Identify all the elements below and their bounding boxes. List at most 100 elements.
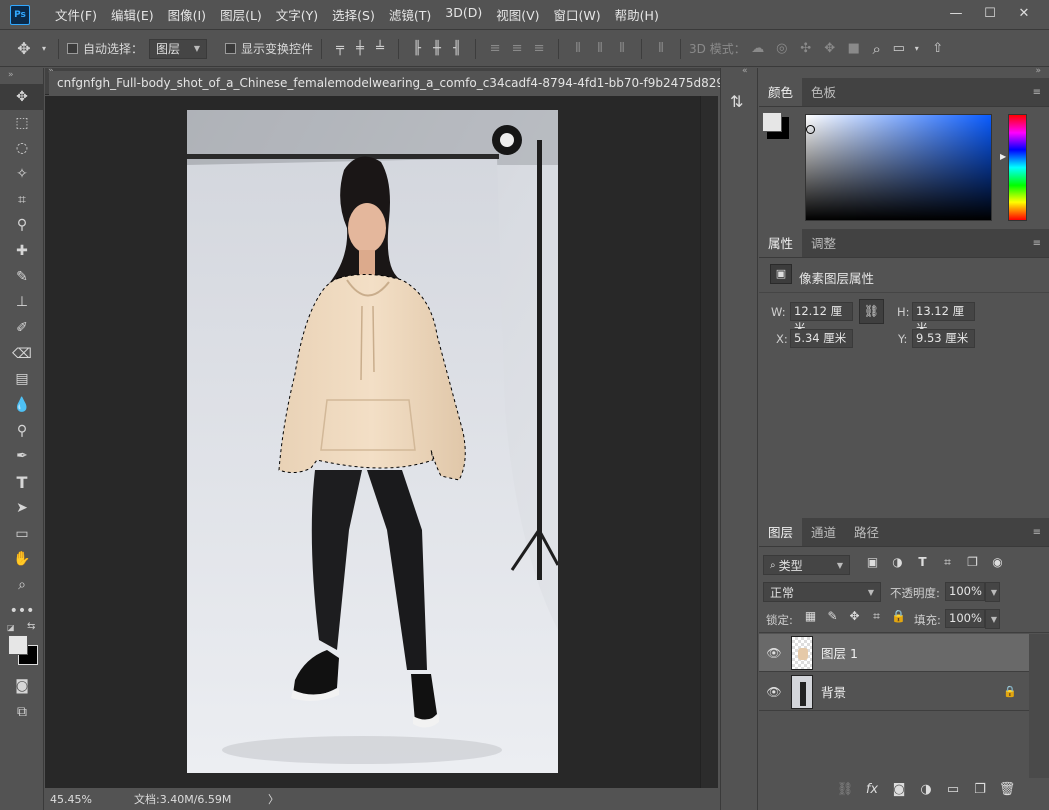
minimize-button[interactable]: — (939, 2, 973, 24)
panel-menu-icon[interactable]: ≡ (1033, 238, 1041, 249)
filter-smart-object-icon[interactable]: ❐ (963, 555, 982, 570)
align-bottom-icon[interactable]: ╧ (370, 41, 390, 56)
color-panel-fg-swatch[interactable] (762, 112, 782, 132)
search-icon[interactable]: ⌕ (866, 40, 888, 58)
tab-swatches[interactable]: 色板 (802, 78, 845, 106)
align-top-icon[interactable]: ╤ (330, 41, 350, 56)
link-icon[interactable]: ⛓ (859, 299, 884, 324)
align-hcenter-icon[interactable]: ╫ (427, 41, 447, 56)
edit-toolbar-icon[interactable]: ••• (0, 598, 44, 624)
quick-mask-icon[interactable]: ◙ (0, 673, 44, 699)
layer-name[interactable]: 图层 1 (821, 643, 858, 662)
opacity-field[interactable]: 100% (945, 582, 985, 601)
distribute-right-icon[interactable]: ⫴ (611, 41, 633, 56)
auto-select-dropdown[interactable]: 图层 ▼ (149, 38, 208, 59)
3d-video-icon[interactable]: ■ (842, 41, 866, 56)
menu-select[interactable]: 选择(S) (325, 5, 382, 24)
fill-field[interactable]: 100% (945, 609, 985, 628)
menu-view[interactable]: 视图(V) (489, 5, 546, 24)
panel-menu-icon[interactable]: ≡ (1033, 527, 1041, 538)
foreground-color-swatch[interactable] (8, 635, 28, 656)
history-panel-icon[interactable]: ⇅ (730, 92, 743, 111)
auto-select-checkbox[interactable] (67, 43, 78, 54)
document-tab[interactable]: cnfgnfgh_Full-body_shot_of_a_Chinese_fem… (49, 71, 723, 95)
layer-row[interactable]: 👁 图层 1 (759, 634, 1029, 672)
lock-position-icon[interactable]: ✥ (845, 609, 864, 624)
3d-pan-icon[interactable]: ✣ (794, 41, 818, 56)
zoom-level[interactable]: 45.45% (50, 793, 122, 806)
dodge-tool-icon[interactable]: ⚲ (0, 418, 44, 444)
zoom-tool-icon[interactable]: ⌕ (0, 572, 44, 598)
brush-tool-icon[interactable]: ✎ (0, 264, 44, 290)
tab-color[interactable]: 颜色 (759, 78, 803, 106)
align-left-icon[interactable]: ╟ (407, 41, 427, 56)
distribute-left-icon[interactable]: ⫴ (567, 41, 589, 56)
3d-roll-icon[interactable]: ◎ (770, 41, 794, 56)
vertical-scrollbar[interactable] (700, 96, 718, 788)
rectangle-tool-icon[interactable]: ▭ (0, 521, 44, 547)
clone-stamp-tool-icon[interactable]: ⊥ (0, 290, 44, 316)
tab-adjustments[interactable]: 调整 (802, 229, 845, 257)
menu-layer[interactable]: 图层(L) (213, 5, 269, 24)
filter-toggle-icon[interactable]: ◉ (988, 555, 1007, 570)
lock-transparent-icon[interactable]: ▦ (801, 609, 820, 624)
default-colors-icon[interactable]: ◪ (7, 623, 15, 632)
eyedropper-tool-icon[interactable]: ⚲ (0, 212, 44, 238)
layer-filter-dropdown[interactable]: ⌕ 类型 ▼ (763, 555, 850, 575)
add-style-button[interactable]: fx (862, 782, 882, 797)
status-menu-arrow[interactable]: 〉 (268, 791, 279, 807)
menu-file[interactable]: 文件(F) (48, 5, 104, 24)
align-right-icon[interactable]: ╢ (447, 41, 467, 56)
delete-layer-icon[interactable]: 🗑 (997, 782, 1017, 797)
tab-paths[interactable]: 路径 (845, 518, 888, 546)
y-field[interactable]: 9.53 厘米 (912, 329, 975, 348)
menu-type[interactable]: 文字(Y) (269, 5, 325, 24)
layer-name[interactable]: 背景 (821, 682, 846, 701)
close-button[interactable]: ✕ (1007, 2, 1041, 24)
blur-tool-icon[interactable]: 💧 (0, 392, 44, 418)
move-tool-icon[interactable]: ✥ (0, 84, 44, 110)
menu-help[interactable]: 帮助(H) (608, 5, 666, 24)
color-picker-cursor[interactable] (806, 125, 815, 134)
3d-slide-icon[interactable]: ✥ (818, 41, 842, 56)
new-group-icon[interactable]: ▭ (943, 782, 963, 797)
history-brush-tool-icon[interactable]: ✐ (0, 315, 44, 341)
fill-dropdown[interactable]: ▼ (985, 609, 1000, 629)
collapse-icon[interactable]: » (1035, 66, 1041, 76)
magic-wand-tool-icon[interactable]: ✧ (0, 161, 44, 187)
marquee-tool-icon[interactable]: ⬚ (0, 110, 44, 136)
lock-all-icon[interactable]: 🔒 (889, 609, 908, 624)
document-image[interactable] (187, 110, 558, 773)
distribute-vcenter-icon[interactable]: ≡ (506, 41, 528, 56)
menu-window[interactable]: 窗口(W) (547, 5, 608, 24)
3d-orbit-icon[interactable]: ☁ (746, 41, 770, 56)
width-field[interactable]: 12.12 厘米 (790, 302, 853, 335)
color-field[interactable] (805, 114, 992, 221)
share-icon[interactable]: ⇧ (924, 41, 952, 56)
type-tool-icon[interactable]: T (0, 469, 44, 495)
auto-align-icon[interactable]: ⦀ (650, 41, 672, 56)
filter-shape-icon[interactable]: ⌗ (938, 555, 957, 570)
tab-layers[interactable]: 图层 (759, 518, 803, 546)
x-field[interactable]: 5.34 厘米 (790, 329, 853, 348)
blend-mode-dropdown[interactable]: 正常 ▼ (763, 582, 881, 602)
eraser-tool-icon[interactable]: ⌫ (0, 341, 44, 367)
eye-icon[interactable]: 👁 (759, 646, 789, 660)
filter-adjustment-icon[interactable]: ◑ (888, 555, 907, 570)
workspace-icon[interactable]: ▭ (888, 41, 910, 56)
tab-properties[interactable]: 属性 (759, 229, 803, 257)
add-mask-icon[interactable]: ◙ (889, 782, 909, 797)
distribute-top-icon[interactable]: ≡ (484, 41, 506, 56)
menu-edit[interactable]: 编辑(E) (104, 5, 161, 24)
layer-row[interactable]: 👁 背景 🔒 (759, 673, 1029, 711)
hue-slider-handle[interactable]: ▶ (1000, 152, 1006, 161)
lock-artboard-icon[interactable]: ⌗ (867, 609, 886, 624)
layers-scrollbar[interactable] (1029, 634, 1049, 778)
filter-type-icon[interactable]: T (913, 555, 932, 570)
gradient-tool-icon[interactable]: ▤ (0, 367, 44, 393)
path-selection-tool-icon[interactable]: ➤ (0, 495, 44, 521)
tab-channels[interactable]: 通道 (802, 518, 845, 546)
lasso-tool-icon[interactable]: ◌ (0, 135, 44, 161)
menu-image[interactable]: 图像(I) (161, 5, 213, 24)
hand-tool-icon[interactable]: ✋ (0, 546, 44, 572)
